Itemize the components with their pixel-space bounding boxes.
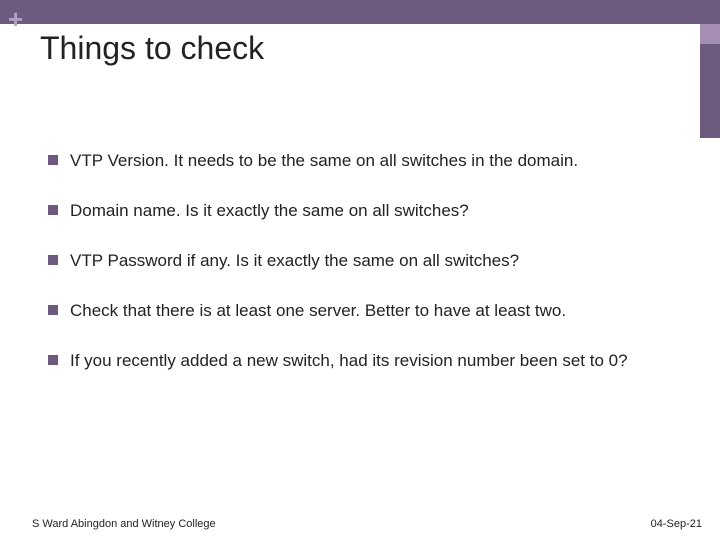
title-bar	[0, 0, 720, 24]
content-list: VTP Version. It needs to be the same on …	[48, 150, 648, 400]
list-item-text: VTP Version. It needs to be the same on …	[70, 150, 578, 172]
bullet-icon	[48, 155, 58, 165]
bullet-icon	[48, 205, 58, 215]
list-item: VTP Version. It needs to be the same on …	[48, 150, 648, 172]
accent-square	[700, 24, 720, 44]
list-item-text: VTP Password if any. Is it exactly the s…	[70, 250, 519, 272]
list-item-text: If you recently added a new switch, had …	[70, 350, 628, 372]
bullet-icon	[48, 255, 58, 265]
list-item-text: Domain name. Is it exactly the same on a…	[70, 200, 469, 222]
slide: + Things to check VTP Version. It needs …	[0, 0, 720, 540]
list-item: If you recently added a new switch, had …	[48, 350, 648, 372]
list-item: Check that there is at least one server.…	[48, 300, 648, 322]
list-item-text: Check that there is at least one server.…	[70, 300, 566, 322]
list-item: Domain name. Is it exactly the same on a…	[48, 200, 648, 222]
bullet-icon	[48, 355, 58, 365]
page-title: Things to check	[40, 30, 264, 67]
footer-date: 04-Sep-21	[651, 518, 702, 530]
accent-line	[700, 44, 720, 138]
plus-icon: +	[8, 6, 23, 32]
bullet-icon	[48, 305, 58, 315]
footer-author: S Ward Abingdon and Witney College	[32, 518, 216, 530]
list-item: VTP Password if any. Is it exactly the s…	[48, 250, 648, 272]
